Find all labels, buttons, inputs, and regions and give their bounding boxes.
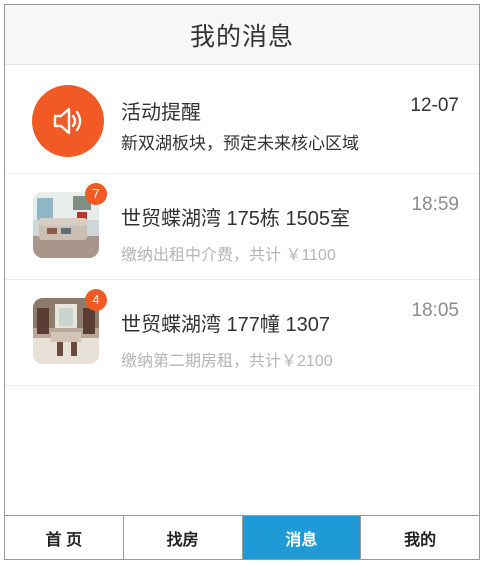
message-item-activity[interactable]: 活动提醒 新双湖板块，预定未来核心区域 12-07 (5, 66, 479, 174)
unread-badge: 4 (85, 289, 107, 311)
message-list: 活动提醒 新双湖板块，预定未来核心区域 12-07 7 世贸蝶湖湾 175栋 1… (5, 66, 479, 386)
tab-messages[interactable]: 消息 (242, 516, 362, 559)
message-time: 18:05 (411, 300, 459, 321)
thumb-wrap (32, 85, 104, 157)
tab-find-house[interactable]: 找房 (123, 516, 243, 559)
message-item-rent-175[interactable]: 7 世贸蝶湖湾 175栋 1505室 缴纳出租中介费，共计 ￥1100 18:5… (5, 174, 479, 280)
tab-mine[interactable]: 我的 (361, 516, 479, 559)
message-title: 世贸蝶湖湾 177幢 1307 (121, 314, 330, 336)
page-title: 我的消息 (189, 22, 294, 51)
thumb-wrap: 7 (33, 183, 107, 258)
message-title: 活动提醒 (121, 102, 201, 124)
speaker-icon (32, 85, 104, 157)
message-subtitle: 缴纳出租中介费，共计 ￥1100 (121, 247, 336, 264)
message-time: 12-07 (410, 95, 459, 116)
message-subtitle: 缴纳第二期房租，共计￥2100 (121, 353, 333, 370)
message-subtitle: 新双湖板块，预定未来核心区域 (121, 134, 359, 153)
message-item-rent-177[interactable]: 4 世贸蝶湖湾 177幢 1307 缴纳第二期房租，共计￥2100 18:05 (5, 280, 479, 386)
tab-home[interactable]: 首 页 (5, 516, 124, 559)
message-time: 18:59 (411, 194, 459, 215)
unread-badge: 7 (85, 183, 107, 205)
header-bar: 我的消息 (5, 5, 479, 65)
bottom-tab-bar: 首 页 找房 消息 我的 (5, 515, 479, 559)
app-frame: 我的消息 活动提醒 新双湖板块，预定未来核心区域 12-07 7 世贸蝶湖湾 1… (4, 4, 480, 560)
message-title: 世贸蝶湖湾 175栋 1505室 (121, 208, 350, 230)
thumb-wrap: 4 (33, 289, 107, 364)
